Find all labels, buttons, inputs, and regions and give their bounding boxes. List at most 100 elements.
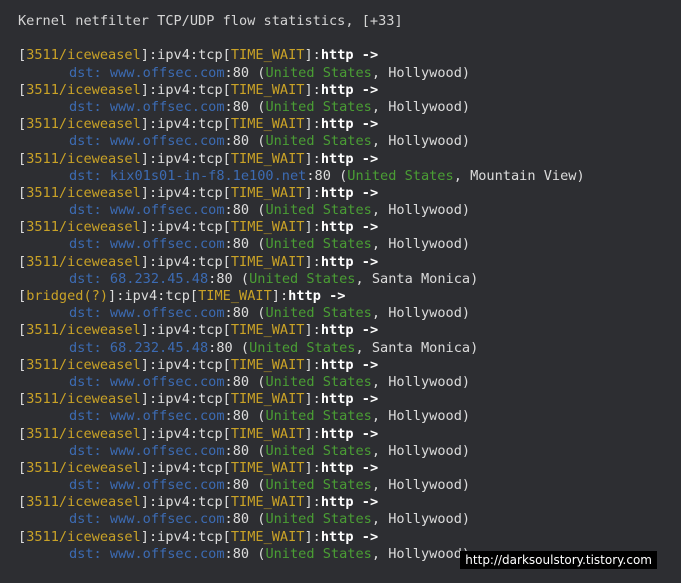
bracket-close: ]:: [140, 391, 158, 408]
bracket-close: ]:: [304, 528, 321, 545]
app-proto: http: [320, 528, 354, 545]
bracket-close: ]:: [140, 494, 158, 511]
sep: ,: [371, 477, 389, 494]
sep: :: [224, 442, 233, 459]
bracket-close: ]:: [304, 253, 321, 270]
bracket-close: ]:: [304, 459, 321, 476]
flow-entry-line: [3511/iceweasel]:ipv4:tcp[TIME_WAIT]:htt…: [18, 185, 681, 202]
dst-host: kix01s01-in-f8.1e100.net: [109, 167, 307, 184]
flow-list: [3511/iceweasel]:ipv4:tcp[TIME_WAIT]:htt…: [18, 47, 681, 563]
bracket-open: [: [222, 356, 231, 373]
flow-entry-line: [3511/iceweasel]:ipv4:tcp[TIME_WAIT]:htt…: [18, 529, 681, 546]
bracket-open: [: [222, 81, 231, 98]
conn-state: TIME_WAIT: [230, 116, 305, 133]
app-proto: http: [320, 219, 354, 236]
paren-open: (: [232, 270, 250, 287]
l4-proto: tcp: [198, 391, 223, 408]
bracket-open: [: [222, 150, 231, 167]
app-proto: http: [320, 253, 354, 270]
bracket-close: ]:: [140, 47, 158, 64]
flow-dst-line: dst: kix01s01-in-f8.1e100.net:80 (United…: [18, 168, 681, 185]
dst-country: United States: [249, 339, 356, 356]
flow-entry-line: [3511/iceweasel]:ipv4:tcp[TIME_WAIT]:htt…: [18, 116, 681, 133]
watermark-url: http://darksoulstory.tistory.com: [460, 551, 657, 569]
l4-proto: tcp: [198, 81, 223, 98]
l3-proto: ipv4: [157, 81, 190, 98]
flow-dst-line: dst: www.offsec.com:80 (United States, H…: [18, 65, 681, 82]
dst-label: dst:: [69, 408, 110, 425]
process-name: 3511/iceweasel: [26, 184, 141, 201]
app-proto: http: [320, 150, 354, 167]
sep: :: [224, 305, 233, 322]
bracket-open: [: [18, 116, 27, 133]
bracket-close: ]:: [304, 219, 321, 236]
dst-city: Santa Monica: [371, 339, 471, 356]
bracket-close: ]:: [140, 150, 158, 167]
conn-state: TIME_WAIT: [230, 459, 305, 476]
l3-proto: ipv4: [157, 391, 190, 408]
arrow: ->: [353, 425, 379, 442]
sep: ,: [371, 511, 389, 528]
arrow: ->: [353, 528, 379, 545]
sep: :: [189, 459, 199, 476]
l4-proto: tcp: [198, 116, 223, 133]
conn-state: TIME_WAIT: [230, 322, 305, 339]
sep: :: [224, 202, 233, 219]
bracket-close: ]:: [108, 288, 125, 304]
l3-proto: ipv4: [124, 288, 158, 304]
sep: ,: [453, 167, 471, 184]
conn-state: TIME_WAIT: [230, 494, 305, 511]
dst-city: Mountain View: [470, 167, 577, 184]
bracket-close: ]:: [140, 219, 158, 236]
process-name: 3511/iceweasel: [26, 356, 141, 373]
bracket-close: ]:: [304, 391, 321, 408]
paren-open: (: [249, 98, 266, 115]
bracket-close: ]:: [304, 47, 321, 64]
dst-country: United States: [265, 133, 372, 150]
paren-open: (: [249, 236, 266, 253]
dst-host: www.offsec.com: [109, 305, 225, 322]
dst-city: Hollywood: [388, 442, 462, 459]
paren-open: (: [249, 408, 266, 425]
app-proto: http: [320, 81, 354, 98]
arrow: ->: [320, 288, 346, 304]
conn-state: TIME_WAIT: [230, 47, 305, 64]
dst-host: www.offsec.com: [109, 98, 225, 115]
l4-proto: tcp: [198, 253, 223, 270]
flow-dst-line: dst: www.offsec.com:80 (United States, H…: [18, 202, 681, 219]
conn-state: TIME_WAIT: [230, 150, 305, 167]
l3-proto: ipv4: [157, 528, 190, 545]
dst-label: dst:: [69, 373, 110, 390]
dst-label: dst:: [69, 545, 110, 562]
process-name: 3511/iceweasel: [26, 116, 141, 133]
sep: :: [224, 236, 233, 253]
bracket-open: [: [18, 322, 27, 339]
conn-state: TIME_WAIT: [198, 288, 272, 304]
dst-label: dst:: [69, 202, 110, 219]
dst-city: Santa Monica: [371, 270, 471, 287]
dst-host: www.offsec.com: [109, 477, 225, 494]
sep: :: [189, 81, 199, 98]
bracket-close: ]:: [304, 494, 321, 511]
app-proto: http: [320, 459, 354, 476]
process-name: bridged(?): [26, 288, 109, 304]
l4-proto: tcp: [198, 322, 223, 339]
bracket-open: [: [222, 47, 231, 64]
dst-port: 80: [232, 545, 250, 562]
l3-proto: ipv4: [157, 253, 190, 270]
sep: ,: [371, 202, 389, 219]
bracket-open: [: [18, 288, 27, 304]
sep: :: [224, 64, 233, 81]
arrow: ->: [353, 356, 379, 373]
bracket-open: [: [222, 116, 231, 133]
dst-country: United States: [265, 98, 372, 115]
bracket-close: ]:: [304, 425, 321, 442]
flow-entry-line: [3511/iceweasel]:ipv4:tcp[TIME_WAIT]:htt…: [18, 82, 681, 99]
paren-close: ): [461, 133, 471, 150]
app-proto: http: [320, 356, 354, 373]
process-name: 3511/iceweasel: [26, 425, 141, 442]
dst-city: Hollywood: [388, 477, 462, 494]
app-proto: http: [320, 494, 354, 511]
sep: ,: [371, 545, 389, 562]
